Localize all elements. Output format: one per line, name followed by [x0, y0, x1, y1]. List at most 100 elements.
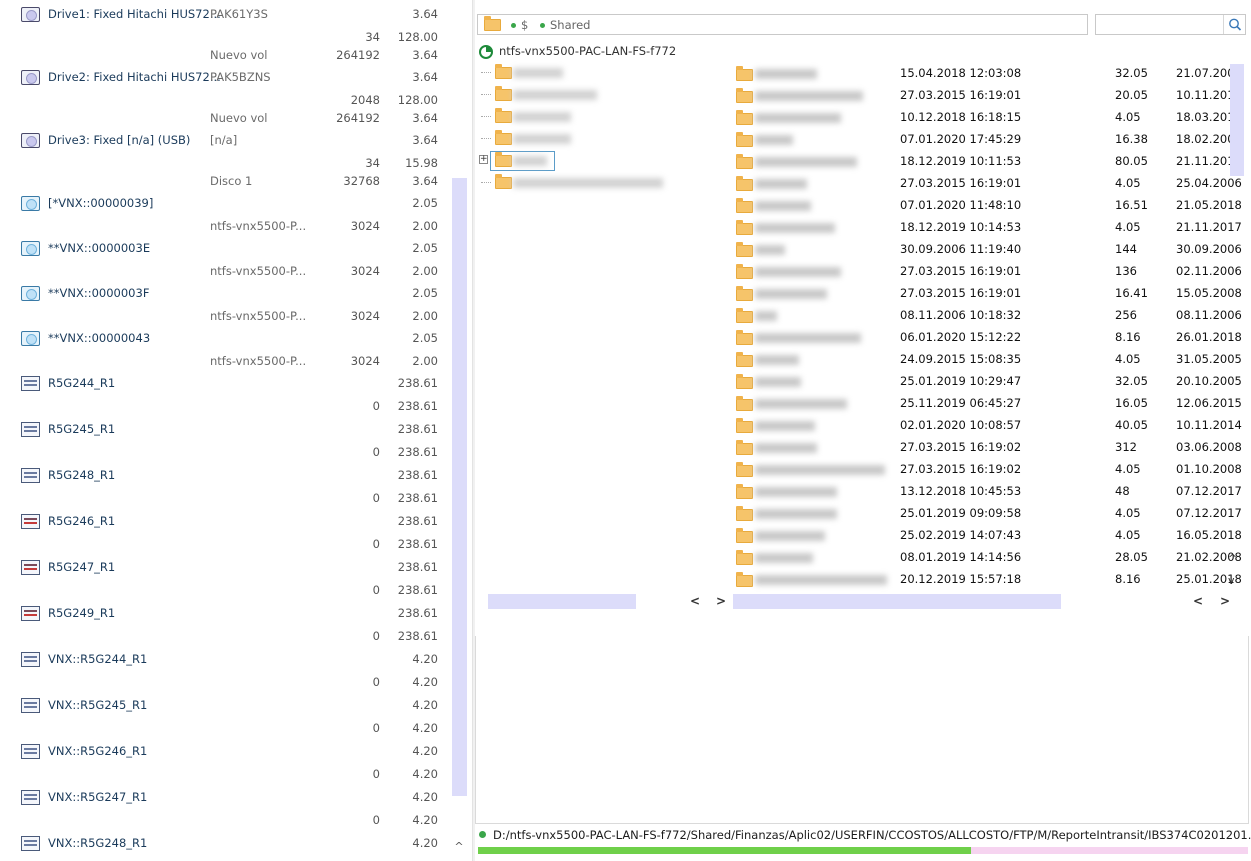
tree-item[interactable] [475, 172, 715, 194]
partition-row[interactable]: Disco 1 32768 3.64 [0, 171, 445, 193]
device-row[interactable]: VNX::R5G244_R1 4.20 [0, 649, 445, 671]
file-row[interactable]: 07.01.2020 17:45:29 16.38 18.02.2008 [733, 129, 1245, 151]
device-row[interactable]: VNX::R5G248_R1 4.20 [0, 833, 445, 855]
file-row[interactable]: 24.09.2015 15:08:35 4.05 31.05.2005 [733, 349, 1245, 371]
file-list-scroll-up-button[interactable]: ^ [1228, 552, 1237, 565]
partition-row[interactable]: Nuevo vol 264192 3.64 [0, 45, 445, 67]
file-row[interactable]: 25.01.2019 09:09:58 4.05 07.12.2017 [733, 503, 1245, 525]
created-date: 20.10.2005 [1176, 374, 1242, 388]
file-row[interactable]: 15.04.2018 12:03:08 32.05 21.07.2008 [733, 63, 1245, 85]
tree-hscroll-thumb[interactable] [488, 594, 636, 609]
file-row[interactable]: 25.01.2019 10:29:47 32.05 20.10.2005 [733, 371, 1245, 393]
file-row[interactable]: 07.01.2020 11:48:10 16.51 21.05.2018 [733, 195, 1245, 217]
partition-row[interactable]: 0 238.61 [0, 580, 445, 602]
size-value: 4.05 [1115, 220, 1141, 234]
file-row[interactable]: 10.12.2018 16:18:15 4.05 18.03.2016 [733, 107, 1245, 129]
device-row[interactable]: R5G245_R1 238.61 [0, 419, 445, 441]
device-name: Drive3: Fixed [n/a] (USB) [48, 133, 191, 147]
file-list-scroll-right-button[interactable]: > [1220, 594, 1230, 608]
partition-row[interactable]: Nuevo vol 264192 3.64 [0, 108, 445, 130]
file-row[interactable]: 20.12.2019 15:57:18 8.16 25.01.2018 [733, 569, 1245, 591]
file-row[interactable]: 08.11.2006 10:18:32 256 08.11.2006 [733, 305, 1245, 327]
size-value: 4.05 [1115, 462, 1141, 476]
size-value: 40.05 [1115, 418, 1148, 432]
modified-date: 07.01.2020 17:45:29 [900, 132, 1022, 146]
obscured-name [755, 553, 813, 563]
device-row[interactable]: VNX::R5G247_R1 4.20 [0, 787, 445, 809]
tree-item[interactable] [475, 62, 715, 84]
size-value: 16.38 [1115, 132, 1148, 146]
device-row[interactable]: **VNX::00000043 2.05 [0, 328, 445, 350]
tree-scroll-left-button[interactable]: < [690, 594, 700, 608]
drive-icon [21, 7, 40, 22]
file-list-scrollbar-thumb[interactable] [1230, 64, 1244, 176]
partition-row[interactable]: ntfs-vnx5500-P... 3024 2.00 [0, 261, 445, 283]
tree-item[interactable] [475, 128, 715, 150]
file-row[interactable]: 27.03.2015 16:19:02 4.05 01.10.2008 [733, 459, 1245, 481]
file-row[interactable]: 25.11.2019 06:45:27 16.05 12.06.2015 [733, 393, 1245, 415]
size-value: 2.05 [412, 241, 438, 255]
partition-row[interactable]: 0 238.61 [0, 626, 445, 648]
device-row[interactable]: R5G246_R1 238.61 [0, 511, 445, 533]
file-row[interactable]: 27.03.2015 16:19:01 16.41 15.05.2008 [733, 283, 1245, 305]
search-input[interactable] [1095, 14, 1246, 35]
device-list-scrollbar-thumb[interactable] [452, 178, 467, 796]
file-list-scroll-left-button[interactable]: < [1193, 594, 1203, 608]
device-row[interactable]: R5G244_R1 238.61 [0, 373, 445, 395]
file-row[interactable]: 18.12.2019 10:11:53 80.05 21.11.2017 [733, 151, 1245, 173]
file-row[interactable]: 27.03.2015 16:19:01 20.05 10.11.2011 [733, 85, 1245, 107]
partition-row[interactable]: ntfs-vnx5500-P... 3024 2.00 [0, 306, 445, 328]
magnifier-icon [1229, 18, 1242, 31]
device-row[interactable]: R5G249_R1 238.61 [0, 603, 445, 625]
size-value: 256 [1115, 308, 1137, 322]
breadcrumb-bar[interactable]: $ Shared [477, 14, 1088, 35]
tree-item[interactable] [475, 106, 715, 128]
sector-value: 3024 [350, 309, 380, 323]
device-row[interactable]: [*VNX::00000039] 2.05 [0, 193, 445, 215]
device-row[interactable]: VNX::R5G246_R1 4.20 [0, 741, 445, 763]
partition-row[interactable]: 0 238.61 [0, 442, 445, 464]
size-value: 2.00 [412, 309, 438, 323]
breadcrumb-item[interactable]: Shared [550, 18, 591, 32]
partition-row[interactable]: 0 238.61 [0, 396, 445, 418]
partition-row[interactable]: 0 4.20 [0, 764, 445, 786]
file-list-scroll-down-button[interactable]: v [1228, 574, 1235, 587]
file-list-hscroll-thumb[interactable] [733, 594, 1061, 609]
file-row[interactable]: 25.02.2019 14:07:43 4.05 16.05.2018 [733, 525, 1245, 547]
tree-item-selected[interactable]: + [475, 150, 715, 172]
tree-item[interactable] [475, 84, 715, 106]
file-row[interactable]: 27.03.2015 16:19:01 136 02.11.2006 [733, 261, 1245, 283]
file-row[interactable]: 27.03.2015 16:19:02 312 03.06.2008 [733, 437, 1245, 459]
file-row[interactable]: 02.01.2020 10:08:57 40.05 10.11.2014 [733, 415, 1245, 437]
file-row[interactable]: 18.12.2019 10:14:53 4.05 21.11.2017 [733, 217, 1245, 239]
device-row[interactable]: R5G248_R1 238.61 [0, 465, 445, 487]
device-row[interactable]: **VNX::0000003E 2.05 [0, 238, 445, 260]
expand-icon[interactable]: + [479, 155, 488, 164]
device-list-scroll-up-button[interactable]: ^ [453, 840, 465, 854]
partition-row[interactable]: 0 4.20 [0, 718, 445, 740]
device-row[interactable]: R5G247_R1 238.61 [0, 557, 445, 579]
device-row[interactable]: Drive2: Fixed Hitachi HUS72... PAK5BZNS 3.… [0, 67, 445, 89]
tree-scroll-right-button[interactable]: > [716, 594, 726, 608]
partition-row[interactable]: ntfs-vnx5500-P... 3024 2.00 [0, 216, 445, 238]
search-button[interactable] [1223, 15, 1245, 34]
device-row[interactable]: Drive1: Fixed Hitachi HUS72... PAK61Y3S 3.… [0, 4, 445, 26]
partition-row[interactable]: 0 238.61 [0, 488, 445, 510]
device-row[interactable]: **VNX::0000003F 2.05 [0, 283, 445, 305]
partition-row[interactable]: 0 238.61 [0, 534, 445, 556]
partition-row[interactable]: 0 4.20 [0, 672, 445, 694]
folder-icon [736, 264, 753, 279]
created-date: 12.06.2015 [1176, 396, 1242, 410]
partition-row[interactable]: 0 4.20 [0, 810, 445, 832]
device-row[interactable]: Drive3: Fixed [n/a] (USB) [n/a] 3.64 [0, 130, 445, 152]
file-row[interactable]: 30.09.2006 11:19:40 144 30.09.2006 [733, 239, 1245, 261]
folder-icon [736, 528, 753, 543]
breadcrumb-item[interactable]: $ [521, 18, 528, 32]
file-row[interactable]: 08.01.2019 14:14:56 28.05 21.02.2008 [733, 547, 1245, 569]
device-row[interactable]: VNX::R5G245_R1 4.20 [0, 695, 445, 717]
file-row[interactable]: 06.01.2020 15:12:22 8.16 26.01.2018 [733, 327, 1245, 349]
partition-row[interactable]: ntfs-vnx5500-P... 3024 2.00 [0, 351, 445, 373]
file-row[interactable]: 27.03.2015 16:19:01 4.05 25.04.2006 [733, 173, 1245, 195]
created-date: 02.11.2006 [1176, 264, 1242, 278]
file-row[interactable]: 13.12.2018 10:45:53 48 07.12.2017 [733, 481, 1245, 503]
